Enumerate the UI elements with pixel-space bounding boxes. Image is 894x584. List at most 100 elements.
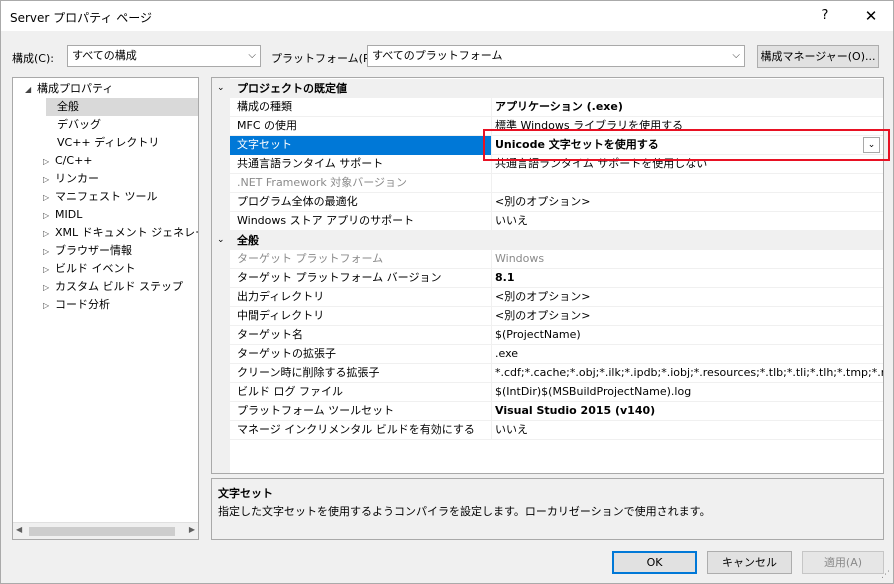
tree-item-label: C/C++ bbox=[55, 154, 93, 167]
tree-item-browse-info[interactable]: ▷ ブラウザー情報 bbox=[43, 242, 132, 260]
property-row[interactable]: ビルド ログ ファイル $(IntDir)$(MSBuildProjectNam… bbox=[230, 383, 883, 402]
property-row[interactable]: クリーン時に削除する拡張子 *.cdf;*.cache;*.obj;*.ilk;… bbox=[230, 364, 883, 383]
property-value[interactable]: アプリケーション (.exe) bbox=[495, 98, 883, 117]
help-button[interactable]: ? bbox=[807, 5, 843, 27]
property-value[interactable]: <別のオプション> bbox=[495, 288, 883, 307]
collapsed-arrow-icon[interactable]: ▷ bbox=[43, 189, 55, 207]
property-value[interactable]: .exe bbox=[495, 345, 883, 364]
resize-grip-icon[interactable]: ⋰ bbox=[881, 570, 890, 580]
tree-item-label: 全般 bbox=[57, 100, 79, 113]
tree-item-label: 構成プロパティ bbox=[37, 82, 114, 95]
tree-item-cpp[interactable]: ▷ C/C++ bbox=[43, 152, 93, 170]
window-title: Server プロパティ ページ bbox=[10, 11, 153, 25]
property-row[interactable]: ターゲット プラットフォーム バージョン 8.1 bbox=[230, 269, 883, 288]
description-title: 文字セット bbox=[218, 487, 273, 500]
collapsed-arrow-icon[interactable]: ▷ bbox=[43, 153, 55, 171]
tree-item-config-properties[interactable]: ◢ 構成プロパティ bbox=[25, 80, 113, 98]
property-value[interactable]: *.cdf;*.cache;*.obj;*.ilk;*.ipdb;*.iobj;… bbox=[495, 364, 883, 383]
tree-item-linker[interactable]: ▷ リンカー bbox=[43, 170, 99, 188]
property-row[interactable]: ターゲット名 $(ProjectName) bbox=[230, 326, 883, 345]
collapse-chevron-icon[interactable]: ⌄ bbox=[217, 79, 225, 98]
description-pane: 文字セット 指定した文字セットを使用するようコンパイラを設定します。ローカリゼー… bbox=[211, 478, 884, 540]
scroll-right-icon[interactable]: ▶ bbox=[189, 525, 195, 534]
title-bar: Server プロパティ ページ ? ✕ bbox=[1, 1, 893, 31]
property-name: プラットフォーム ツールセット bbox=[237, 404, 395, 417]
tree-item-custom-build-step[interactable]: ▷ カスタム ビルド ステップ bbox=[43, 278, 183, 296]
tree-item-general[interactable]: 全般 bbox=[46, 98, 198, 116]
category-general[interactable]: ⌄ 全般 bbox=[212, 231, 883, 250]
tree-horizontal-scrollbar[interactable]: ◀ ▶ bbox=[13, 522, 198, 539]
property-name: クリーン時に削除する拡張子 bbox=[237, 366, 380, 379]
property-row[interactable]: .NET Framework 対象バージョン bbox=[230, 174, 883, 193]
ok-button[interactable]: OK bbox=[612, 551, 697, 574]
tree-item-manifest-tool[interactable]: ▷ マニフェスト ツール bbox=[43, 188, 158, 206]
property-grid: ⌄ プロジェクトの既定値 構成の種類 アプリケーション (.exe) MFC の… bbox=[211, 77, 884, 474]
property-row[interactable]: 共通言語ランタイム サポート 共通言語ランタイム サポートを使用しない bbox=[230, 155, 883, 174]
collapsed-arrow-icon[interactable]: ▷ bbox=[43, 171, 55, 189]
collapse-chevron-icon[interactable]: ⌄ bbox=[217, 231, 225, 250]
tree-item-midl[interactable]: ▷ MIDL bbox=[43, 206, 82, 224]
property-name: MFC の使用 bbox=[237, 119, 297, 132]
column-divider bbox=[491, 402, 492, 421]
column-divider bbox=[491, 117, 492, 136]
property-row[interactable]: 出力ディレクトリ <別のオプション> bbox=[230, 288, 883, 307]
scroll-left-icon[interactable]: ◀ bbox=[16, 525, 22, 534]
property-value[interactable]: $(IntDir)$(MSBuildProjectName).log bbox=[495, 383, 883, 402]
tree-item-code-analysis[interactable]: ▷ コード分析 bbox=[43, 296, 110, 314]
grid-gutter bbox=[212, 78, 230, 473]
property-row[interactable]: 構成の種類 アプリケーション (.exe) bbox=[230, 98, 883, 117]
property-value[interactable]: <別のオプション> bbox=[495, 307, 883, 326]
property-value[interactable]: Visual Studio 2015 (v140) bbox=[495, 402, 883, 421]
cancel-button[interactable]: キャンセル bbox=[707, 551, 792, 574]
collapsed-arrow-icon[interactable]: ▷ bbox=[43, 261, 55, 279]
property-row[interactable]: MFC の使用 標準 Windows ライブラリを使用する bbox=[230, 117, 883, 136]
character-set-select[interactable]: Unicode 文字セットを使用する bbox=[495, 136, 883, 155]
scrollbar-thumb[interactable] bbox=[29, 527, 175, 536]
property-row[interactable]: 中間ディレクトリ <別のオプション> bbox=[230, 307, 883, 326]
apply-button[interactable]: 適用(A) bbox=[802, 551, 884, 574]
property-value[interactable]: いいえ bbox=[495, 421, 883, 440]
property-value[interactable]: いいえ bbox=[495, 212, 883, 231]
collapsed-arrow-icon[interactable]: ▷ bbox=[43, 243, 55, 261]
collapsed-arrow-icon[interactable]: ▷ bbox=[43, 225, 55, 243]
column-divider bbox=[491, 326, 492, 345]
property-value[interactable]: 標準 Windows ライブラリを使用する bbox=[495, 117, 883, 136]
category-project-defaults[interactable]: ⌄ プロジェクトの既定値 bbox=[212, 79, 883, 98]
property-row[interactable]: Windows ストア アプリのサポート いいえ bbox=[230, 212, 883, 231]
property-row-selected[interactable]: 文字セット Unicode 文字セットを使用する ⌄ bbox=[230, 136, 883, 155]
column-divider bbox=[491, 193, 492, 212]
column-divider bbox=[491, 421, 492, 440]
expanded-arrow-icon[interactable]: ◢ bbox=[25, 81, 37, 99]
tree-item-build-events[interactable]: ▷ ビルド イベント bbox=[43, 260, 136, 278]
property-value[interactable]: <別のオプション> bbox=[495, 193, 883, 212]
config-select-value: すべての構成 bbox=[72, 49, 137, 62]
property-value[interactable] bbox=[495, 174, 883, 193]
collapsed-arrow-icon[interactable]: ▷ bbox=[43, 279, 55, 297]
property-row[interactable]: ターゲット プラットフォーム Windows bbox=[230, 250, 883, 269]
column-divider bbox=[491, 307, 492, 326]
property-value[interactable]: 8.1 bbox=[495, 269, 883, 288]
property-row[interactable]: プログラム全体の最適化 <別のオプション> bbox=[230, 193, 883, 212]
tree-item-vc-directories[interactable]: VC++ ディレクトリ bbox=[57, 134, 159, 152]
property-value[interactable]: Windows bbox=[495, 250, 883, 269]
property-row[interactable]: ターゲットの拡張子 .exe bbox=[230, 345, 883, 364]
property-name: マネージ インクリメンタル ビルドを有効にする bbox=[237, 423, 475, 436]
tree-item-label: ブラウザー情報 bbox=[55, 244, 132, 257]
property-row[interactable]: マネージ インクリメンタル ビルドを有効にする いいえ bbox=[230, 421, 883, 440]
property-value[interactable]: 共通言語ランタイム サポートを使用しない bbox=[495, 155, 883, 174]
property-value[interactable]: $(ProjectName) bbox=[495, 326, 883, 345]
close-button[interactable]: ✕ bbox=[853, 5, 889, 27]
tree-item-debug[interactable]: デバッグ bbox=[57, 116, 101, 134]
property-row[interactable]: プラットフォーム ツールセット Visual Studio 2015 (v140… bbox=[230, 402, 883, 421]
collapsed-arrow-icon[interactable]: ▷ bbox=[43, 207, 55, 225]
column-divider bbox=[491, 345, 492, 364]
column-divider bbox=[491, 269, 492, 288]
tree-item-xml-doc-generator[interactable]: ▷XML ドキュメント ジェネレーター bbox=[43, 224, 198, 243]
column-divider bbox=[491, 250, 492, 269]
config-select[interactable]: すべての構成 ⌵ bbox=[67, 45, 261, 67]
platform-select[interactable]: すべてのプラットフォーム ⌵ bbox=[367, 45, 745, 67]
chevron-down-icon[interactable]: ⌄ bbox=[863, 137, 880, 153]
property-name: ターゲット プラットフォーム bbox=[237, 252, 384, 265]
collapsed-arrow-icon[interactable]: ▷ bbox=[43, 297, 55, 315]
config-manager-button[interactable]: 構成マネージャー(O)... bbox=[757, 45, 879, 68]
